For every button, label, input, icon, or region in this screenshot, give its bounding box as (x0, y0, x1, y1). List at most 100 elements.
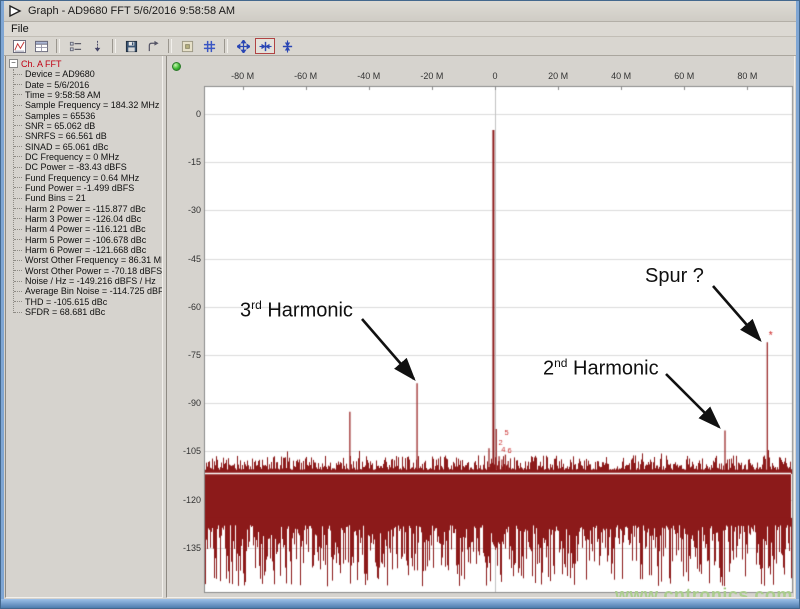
tree-item[interactable]: Harm 5 Power = -106.678 dBc (6, 235, 162, 245)
fit-horizontal-icon[interactable] (255, 38, 275, 54)
y-axis-tick-label: -75 (187, 349, 201, 360)
tree-branch-line (14, 125, 22, 127)
tree-item[interactable]: Time = 9:58:58 AM (6, 90, 162, 100)
watermark-text: www.cntronics.com (615, 585, 793, 598)
tree-collapse-icon[interactable]: − (9, 59, 18, 68)
save-icon[interactable] (121, 38, 141, 54)
tree-item-label: SFDR = 68.681 dBc (25, 307, 106, 317)
tree-item-label: Date = 5/6/2016 (25, 79, 90, 90)
tree-branch-line (14, 290, 22, 292)
tree-item[interactable]: Worst Other Power = -70.18 dBFS (6, 266, 162, 276)
y-axis-tick-label: -45 (187, 253, 201, 264)
tree-item[interactable]: Fund Bins = 21 (6, 193, 162, 203)
tree-branch-line (14, 239, 22, 241)
content-area: − Ch. A FFT Device = AD9680 Date = 5/6/20… (4, 55, 796, 599)
cursor-marker-icon[interactable] (87, 38, 107, 54)
tree-item-label: DC Frequency = 0 MHz (25, 152, 120, 162)
title-bar[interactable]: Graph - AD9680 FFT 5/6/2016 9:58:58 AM (2, 1, 798, 22)
properties-list-icon[interactable] (65, 38, 85, 54)
tree-branch-line (14, 94, 22, 96)
x-axis-tick-label: 20 M (548, 71, 569, 81)
tree-root-channel-a-fft[interactable]: − Ch. A FFT (6, 58, 162, 69)
y-axis-tick-label: 0 (195, 109, 201, 119)
tree-item[interactable]: Harm 2 Power = -115.877 dBc (6, 203, 162, 214)
tree-item-label: Fund Frequency = 0.64 MHz (25, 172, 140, 183)
tree-item-label: SINAD = 65.061 dBc (25, 141, 109, 152)
tree-item-label: Harm 2 Power = -115.877 dBc (25, 203, 146, 214)
fit-vertical-icon[interactable] (277, 38, 297, 54)
tree-item[interactable]: THD = -105.615 dBc (6, 297, 162, 307)
app-logo-icon (9, 4, 22, 18)
tree-item-label: Harm 6 Power = -121.668 dBc (25, 245, 147, 255)
fft-spectrum-plot[interactable] (167, 56, 794, 597)
toolbar-buttons (8, 38, 298, 54)
tree-item-label: Time = 9:58:58 AM (25, 89, 101, 100)
tree-item[interactable]: SFDR = 68.681 dBc (6, 307, 162, 317)
tree-item[interactable]: Fund Frequency = 0.64 MHz (6, 172, 162, 183)
annotation-label: 3rd Harmonic (240, 298, 353, 322)
tree-branch-line (14, 280, 22, 282)
tree-item-label: Worst Other Power = -70.18 dBFS (25, 265, 163, 276)
tree-branch-line (14, 135, 22, 137)
tree-item[interactable]: Harm 3 Power = -126.04 dBc (6, 214, 162, 224)
tree-item[interactable]: Date = 5/6/2016 (6, 79, 162, 89)
tree-branch-line (14, 146, 22, 148)
tree-branch-line (14, 187, 22, 189)
window-frame-right (796, 1, 799, 608)
toolbar-separator (112, 39, 116, 53)
tree-branch-line (14, 104, 22, 106)
tree-branch-line (14, 249, 22, 251)
x-axis-tick-label: 60 M (674, 71, 695, 81)
menu-file[interactable]: File (4, 23, 36, 35)
tree-item[interactable]: Fund Power = -1.499 dBFS (6, 183, 162, 193)
autoscale-icon[interactable] (233, 38, 253, 54)
x-axis-tick-label: 0 (492, 71, 498, 81)
x-axis-tick-label: -20 M (420, 71, 444, 81)
y-axis-tick-label: -60 (187, 301, 201, 312)
tree-item-label: Device = AD9680 (25, 69, 95, 80)
tree-item[interactable]: Worst Other Frequency = 86.31 MHz (6, 255, 162, 265)
tree-branch-line (14, 228, 22, 230)
tree-item[interactable]: SNR = 65.062 dB (6, 121, 162, 131)
export-icon[interactable] (143, 38, 163, 54)
tree-item[interactable]: DC Power = -83.43 dBFS (6, 162, 162, 172)
tree-branch-line (14, 166, 22, 168)
toolbar (4, 37, 796, 56)
tree-item-label: Worst Other Frequency = 86.31 MHz (25, 255, 163, 266)
tree-branch-line (14, 301, 22, 303)
graph-icon[interactable] (9, 38, 29, 54)
measurements-tree-panel: − Ch. A FFT Device = AD9680 Date = 5/6/20… (5, 55, 163, 598)
tree-branch-line (14, 270, 22, 272)
y-axis-tick-label: -30 (187, 205, 201, 216)
grid-icon[interactable] (199, 38, 219, 54)
grid-toggle-icon[interactable] (177, 38, 197, 54)
x-axis-tick-label: 40 M (611, 71, 632, 81)
tree-branch-line (14, 311, 22, 313)
y-axis-tick-label: -90 (187, 398, 201, 409)
toolbar-separator (224, 39, 228, 53)
tree-branch-line (14, 208, 22, 210)
tree-item[interactable]: Sample Frequency = 184.32 MHz (6, 100, 162, 110)
tree-branch-line (14, 218, 22, 220)
tree-branch-line (14, 115, 22, 117)
y-axis-tick-label: -105 (182, 446, 201, 457)
y-axis-tick-label: -135 (182, 542, 201, 553)
table-icon[interactable] (31, 38, 51, 54)
tree-item[interactable]: Harm 4 Power = -116.121 dBc (6, 224, 162, 234)
tree-branch-line (14, 259, 22, 261)
tree-guide-line (13, 69, 14, 314)
tree-item-label: Fund Power = -1.499 dBFS (25, 183, 135, 193)
tree-item[interactable]: SINAD = 65.061 dBc (6, 141, 162, 151)
tree-branch-line (14, 197, 22, 199)
tree-item[interactable]: SNRFS = 66.561 dB (6, 131, 162, 141)
tree-item[interactable]: Device = AD9680 (6, 69, 162, 79)
tree-item-label: Harm 3 Power = -126.04 dBc (25, 214, 142, 224)
tree-item[interactable]: Noise / Hz = -149.216 dBFS / Hz (6, 276, 162, 286)
tree-item[interactable]: Harm 6 Power = -121.668 dBc (6, 245, 162, 255)
tree-item[interactable]: Average Bin Noise = -114.725 dBFS (6, 286, 162, 296)
tree-item-label: Sample Frequency = 184.32 MHz (25, 100, 160, 111)
tree-branch-line (14, 156, 22, 158)
tree-item[interactable]: DC Frequency = 0 MHz (6, 152, 162, 162)
tree-item-label: SNRFS = 66.561 dB (25, 131, 107, 142)
tree-item[interactable]: Samples = 65536 (6, 110, 162, 120)
